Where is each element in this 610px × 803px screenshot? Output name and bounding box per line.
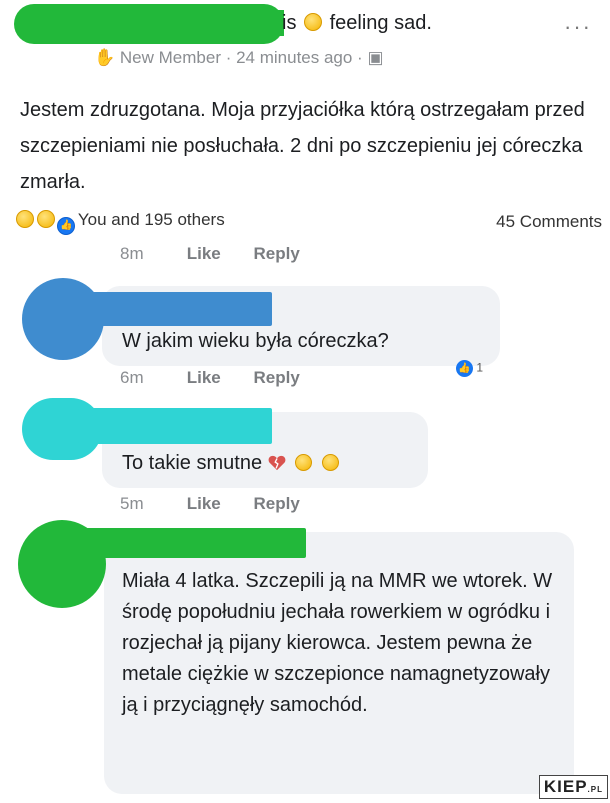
comment-text: W jakim wieku była córeczka? [122,330,389,352]
sad-face-icon [304,13,323,31]
comment-time: 8m [120,244,144,263]
like-reaction-icon: 👍 [57,217,76,235]
reply-button[interactable]: Reply [254,244,300,264]
commenter-name-redacted [78,408,272,444]
wow-reaction-icon [36,210,55,228]
commenter-name-redacted [80,528,306,558]
post-meta-text: New Member · 24 minutes ago · [119,48,363,67]
broken-heart-icon [268,455,286,471]
comment-text: Miała 4 latka. Szczepili ją na MMR we wt… [122,570,553,716]
status-is: is [282,12,297,34]
reply-button[interactable]: Reply [254,368,300,388]
kiep-watermark: KIEP.PL [538,775,608,799]
sad-reaction-icon [16,210,34,228]
privacy-group-icon: ▣ [367,48,384,67]
new-member-hand-icon: ✋ [94,48,116,67]
comment-time: 6m [120,368,144,387]
watermark-suffix: .PL [587,785,603,794]
comments-count-link[interactable]: 45 Comments [496,212,602,232]
post-meta: ✋ New Member · 24 minutes ago · ▣ [94,48,384,68]
comment-text: To takie smutne [122,452,341,475]
comment-actions: 6m Like Reply [120,368,328,388]
reply-button[interactable]: Reply [254,494,300,514]
like-button[interactable]: Like [187,244,221,264]
crying-face-icon [321,454,339,471]
commenter-name-redacted [78,292,272,326]
comment-time: 5m [120,494,144,513]
reactions-summary[interactable]: 👍 You and 195 others [16,210,225,235]
status-line: is feeling sad. [282,12,432,35]
like-reaction-icon: 👍 [456,360,473,377]
comment-text-content: To takie smutne [122,452,263,474]
status-feeling: feeling sad. [329,12,432,34]
like-button[interactable]: Like [187,368,221,388]
reactions-text: You and 195 others [77,210,225,229]
comment-actions: 8m Like Reply [120,244,328,264]
poster-name-redacted [60,10,284,36]
watermark-main: KIEP [543,777,588,796]
comment-reaction-number: 1 [476,360,484,375]
comment-actions: 5m Like Reply [120,494,328,514]
crying-face-icon [295,454,313,471]
more-options-button[interactable]: ··· [564,14,592,40]
like-button[interactable]: Like [187,494,221,514]
comment-reaction-count[interactable]: 👍 1 [456,360,483,377]
post-body: Jestem zdruzgotana. Moja przyjaciółka kt… [20,99,585,193]
